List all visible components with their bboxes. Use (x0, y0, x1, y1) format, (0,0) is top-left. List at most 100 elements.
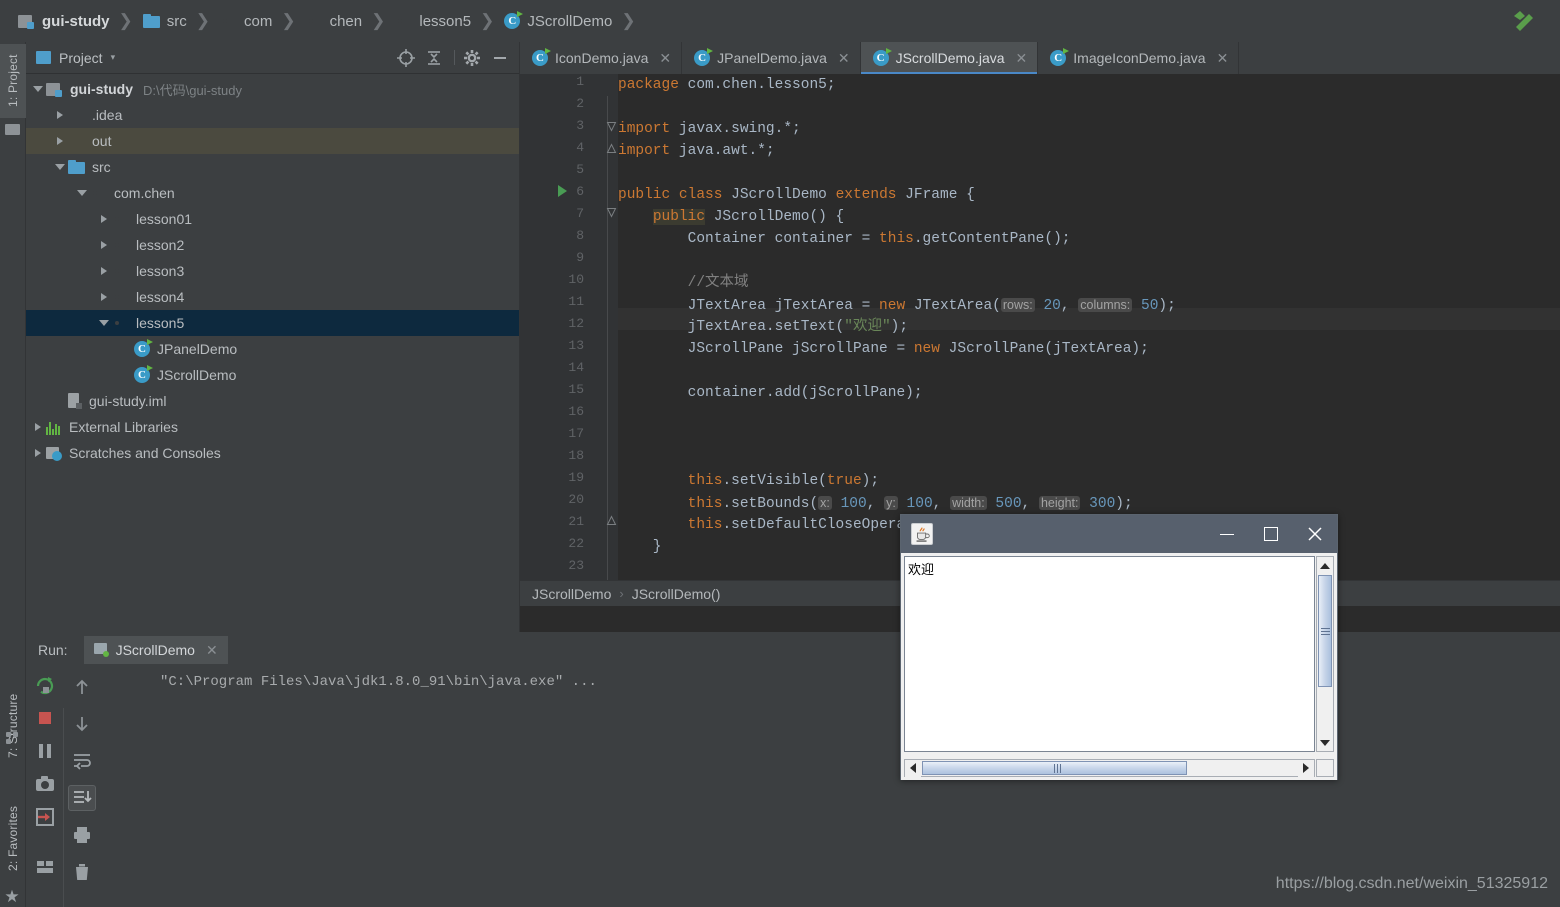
close-icon[interactable]: ✕ (659, 50, 671, 67)
stop-icon[interactable] (31, 707, 59, 729)
ide-window: gui-study ❯ src ❯ com ❯ chen ❯ lesson5 ❯… (0, 0, 1560, 907)
rerun-icon[interactable] (31, 674, 59, 696)
horizontal-scrollbar-thumb[interactable] (922, 761, 1187, 775)
jtextarea[interactable]: 欢迎 (904, 556, 1315, 752)
tree-item-scratches-and-consoles[interactable]: Scratches and Consoles (26, 440, 519, 466)
tree-item-gui-study[interactable]: gui-study D:\代码\gui-study (26, 76, 519, 102)
tree-item-gui-study-iml[interactable]: gui-study.iml (26, 388, 519, 414)
tree-item-out[interactable]: out (26, 128, 519, 154)
trash-icon[interactable] (68, 859, 96, 885)
expand-arrow-icon[interactable] (52, 159, 68, 175)
tree-item-jpaneldemo[interactable]: JPanelDemo (26, 336, 519, 362)
close-icon[interactable]: ✕ (1016, 50, 1028, 67)
layout-icon[interactable] (31, 856, 59, 878)
tree-item-label: com.chen (114, 185, 175, 201)
down-arrow-icon[interactable] (68, 711, 96, 737)
locate-icon[interactable] (395, 47, 417, 69)
chevron-down-icon[interactable]: ▾ (111, 52, 116, 63)
tree-item-external-libraries[interactable]: External Libraries (26, 414, 519, 440)
hammer-icon[interactable] (1512, 10, 1538, 34)
expand-arrow-icon[interactable] (30, 445, 46, 461)
print-icon[interactable] (68, 822, 96, 848)
scrollbar-corner (1316, 759, 1334, 777)
tab-label: IconDemo.java (555, 50, 649, 66)
tree-item-lesson4[interactable]: lesson4 (26, 284, 519, 310)
expand-arrow-icon[interactable] (96, 289, 112, 305)
tab-jpaneldemo[interactable]: JPanelDemo.java ✕ (682, 42, 861, 74)
scroll-down-button[interactable] (1317, 734, 1333, 751)
breadcrumb-item-class[interactable]: JScrollDemo ❯ (504, 0, 645, 42)
breadcrumb-separator: ❯ (281, 11, 296, 30)
tree-item-path: D:\代码\gui-study (143, 82, 242, 98)
breadcrumb-separator: › (619, 586, 624, 601)
scroll-left-button[interactable] (905, 759, 921, 777)
soft-wrap-icon[interactable] (68, 748, 96, 774)
expand-arrow-icon[interactable] (96, 315, 112, 331)
vertical-scrollbar[interactable] (1316, 556, 1334, 752)
scratches-icon (46, 446, 62, 461)
sidebar-tab-favorites[interactable]: 2: Favorites (0, 790, 26, 886)
breadcrumb-item-src[interactable]: src ❯ (142, 0, 220, 42)
horizontal-scrollbar[interactable] (904, 759, 1315, 777)
expand-arrow-icon[interactable] (74, 185, 90, 201)
swing-application-window[interactable]: 欢迎 (900, 514, 1338, 780)
tree-item-idea[interactable]: .idea (26, 102, 519, 128)
swing-maximize-button[interactable] (1249, 515, 1293, 553)
expand-arrow-icon[interactable] (30, 81, 46, 97)
settings-gear-icon[interactable] (461, 47, 483, 69)
up-arrow-icon[interactable] (68, 674, 96, 700)
swing-close-button[interactable] (1293, 515, 1337, 553)
expand-arrow-icon[interactable] (96, 263, 112, 279)
collapse-all-icon[interactable] (423, 47, 445, 69)
tree-item-lesson01[interactable]: lesson01 (26, 206, 519, 232)
java-class-icon (1050, 48, 1070, 66)
scroll-to-end-icon[interactable] (67, 785, 96, 811)
left-tool-strip: 1: Project 7: Structure 2: Favorites ★ (0, 42, 26, 907)
expand-arrow-icon[interactable] (96, 211, 112, 227)
tree-item-src[interactable]: src (26, 154, 519, 180)
vertical-scrollbar-thumb[interactable] (1318, 575, 1332, 687)
breadcrumb-item-project[interactable]: gui-study ❯ (18, 0, 143, 42)
line-number: 6 (576, 184, 584, 199)
tab-label: ImageIconDemo.java (1073, 50, 1206, 66)
scroll-right-button[interactable] (1298, 759, 1314, 777)
code-line-8: Container container = this.getContentPan… (618, 231, 1071, 247)
run-class-marker[interactable] (558, 185, 567, 197)
close-icon[interactable]: ✕ (1217, 50, 1229, 67)
breadcrumb-item-lesson5[interactable]: lesson5 ❯ (395, 0, 504, 42)
tree-item-jscrolldemo[interactable]: JScrollDemo (26, 362, 519, 388)
tree-item-label: out (92, 133, 112, 149)
screenshot-icon[interactable] (31, 773, 59, 795)
tree-item-lesson5[interactable]: lesson5 (26, 310, 519, 336)
hide-panel-icon[interactable] (489, 47, 511, 69)
tree-item-lesson3[interactable]: lesson3 (26, 258, 519, 284)
swing-title-bar[interactable] (901, 515, 1337, 553)
export-icon[interactable] (31, 806, 59, 828)
breadcrumb-label: com (244, 12, 273, 30)
pause-icon[interactable] (31, 740, 59, 762)
close-icon[interactable]: ✕ (838, 50, 850, 67)
sidebar-tab-structure[interactable]: 7: Structure (0, 682, 26, 770)
run-tab-jscrolldemo[interactable]: JScrollDemo ✕ (83, 636, 228, 664)
line-number: 4 (576, 140, 584, 155)
expand-arrow-icon[interactable] (30, 419, 46, 435)
breadcrumb-item-chen[interactable]: chen ❯ (306, 0, 396, 42)
breadcrumb-class[interactable]: JScrollDemo (532, 586, 611, 602)
tree-item-lesson2[interactable]: lesson2 (26, 232, 519, 258)
tab-imageicondemo[interactable]: ImageIconDemo.java ✕ (1038, 42, 1240, 74)
swing-minimize-button[interactable] (1205, 515, 1249, 553)
scroll-up-button[interactable] (1317, 557, 1333, 574)
breadcrumb-method[interactable]: JScrollDemo() (632, 586, 721, 602)
tree-item-com-chen[interactable]: com.chen (26, 180, 519, 206)
run-console[interactable]: "C:\Program Files\Java\jdk1.8.0_91\bin\j… (100, 668, 1560, 907)
expand-arrow-icon[interactable] (96, 237, 112, 253)
expand-arrow-icon[interactable] (52, 107, 68, 123)
breadcrumb-item-com[interactable]: com ❯ (220, 0, 306, 42)
tab-icondemo[interactable]: IconDemo.java ✕ (520, 42, 683, 74)
folder-icon (68, 108, 85, 123)
close-icon[interactable]: ✕ (206, 642, 218, 659)
expand-arrow-icon[interactable] (52, 133, 68, 149)
code-line-10: //文本域 (687, 275, 749, 291)
tab-jscrolldemo[interactable]: JScrollDemo.java ✕ (860, 42, 1039, 74)
sidebar-tab-project[interactable]: 1: Project (0, 44, 26, 118)
